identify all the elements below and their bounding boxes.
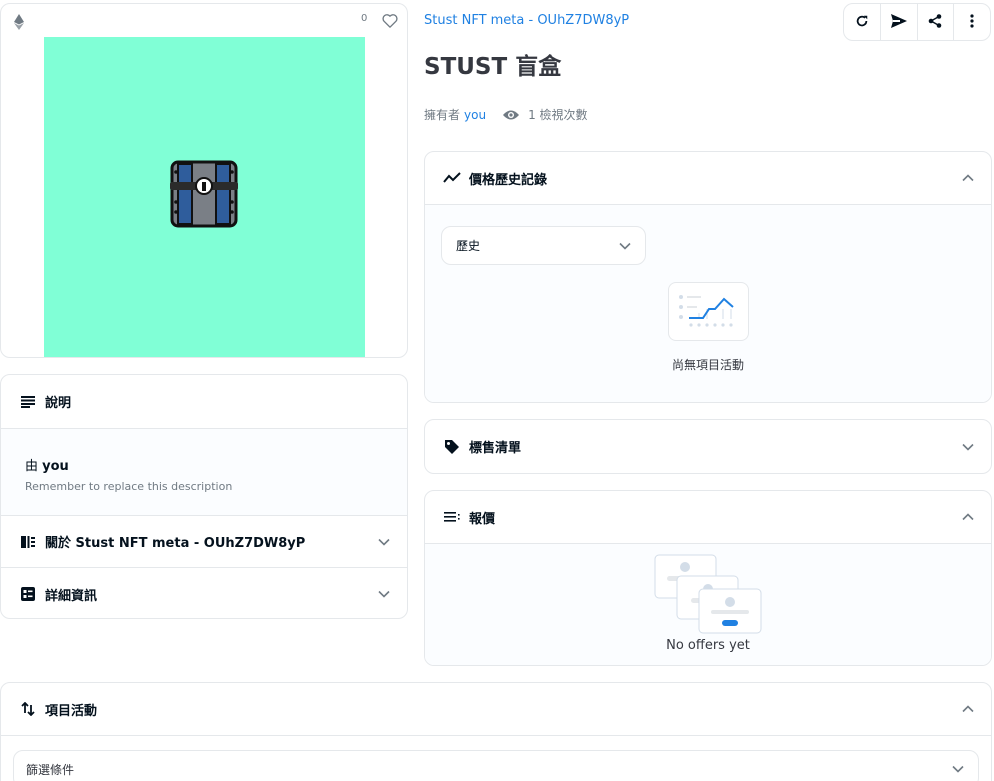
chevron-down-icon [377, 535, 391, 549]
eye-icon [502, 109, 520, 121]
send-icon [890, 13, 907, 32]
share-button[interactable] [918, 4, 955, 40]
chevron-up-icon [961, 510, 975, 524]
offers-header[interactable]: 報價 [425, 491, 991, 543]
about-collection-header[interactable]: 關於 Stust NFT meta - OUhZ7DW8yP [1, 516, 407, 567]
details-title: 詳細資訊 [45, 588, 98, 604]
description-text: Remember to replace this description [25, 480, 233, 493]
details-header[interactable]: 詳細資訊 [1, 568, 407, 618]
nft-image-card: 0 [0, 3, 408, 358]
offers-title: 報價 [469, 511, 496, 527]
share-icon [928, 13, 942, 32]
description-lines-icon [19, 393, 37, 411]
description-title: 說明 [45, 396, 72, 411]
chevron-down-icon [952, 765, 964, 773]
activity-filter-placeholder: 篩選條件 [26, 762, 75, 777]
price-history-header[interactable]: 價格歷史記錄 [425, 152, 991, 204]
details-icon [19, 585, 37, 603]
chevron-down-icon [619, 242, 631, 250]
heart-icon[interactable] [382, 13, 398, 29]
price-history-title: 價格歷史記錄 [469, 172, 548, 188]
trending-chart-icon [443, 169, 461, 187]
collection-link[interactable]: Stust NFT meta - OUhZ7DW8yP [424, 13, 629, 28]
empty-chart-illustration [668, 282, 749, 341]
more-options-button[interactable] [954, 4, 990, 40]
chevron-down-icon [961, 440, 975, 454]
item-activity-title: 項目活動 [45, 703, 98, 719]
more-vertical-icon [970, 13, 974, 32]
description-card: 說明 由 you Remember to replace this descri… [0, 374, 408, 619]
offers-list-icon [443, 508, 461, 526]
favorite-count: 0 [361, 13, 368, 24]
item-activity-card: 項目活動 篩選條件 [0, 682, 992, 781]
ethereum-icon [13, 14, 25, 30]
owner-link[interactable]: you [464, 108, 486, 122]
listings-header[interactable]: 標售清單 [425, 420, 991, 473]
description-by-prefix: 由 [25, 459, 39, 474]
view-count: 1 檢視次數 [528, 108, 588, 122]
price-history-empty-text: 尚無項目活動 [671, 358, 744, 372]
offers-card: 報價 No offers yet [424, 490, 992, 666]
item-toolbar [843, 3, 991, 41]
description-header[interactable]: 說明 [1, 375, 407, 428]
chevron-down-icon [377, 587, 391, 601]
activity-filter-select[interactable]: 篩選條件 [13, 750, 979, 781]
treasure-chest-icon [168, 158, 240, 230]
item-activity-header[interactable]: 項目活動 [1, 683, 991, 735]
description-creator-link[interactable]: you [42, 459, 69, 474]
owner-row: 擁有者 you 1 檢視次數 [424, 106, 588, 123]
listings-title: 標售清單 [469, 441, 522, 456]
offers-empty-text: No offers yet [666, 638, 750, 653]
history-period-value: 歷史 [456, 239, 481, 253]
price-tag-icon [443, 438, 461, 456]
refresh-button[interactable] [844, 4, 881, 40]
listings-card: 標售清單 [424, 419, 992, 474]
swap-arrows-icon [19, 700, 37, 718]
chevron-up-icon [961, 171, 975, 185]
history-period-select[interactable]: 歷史 [441, 226, 646, 265]
nft-image[interactable] [44, 37, 365, 357]
description-body: 由 you Remember to replace this descripti… [1, 429, 407, 515]
about-collection-title: 關於 Stust NFT meta - OUhZ7DW8yP [45, 536, 306, 551]
item-title: STUST 盲盒 [424, 54, 562, 80]
chevron-up-icon [961, 702, 975, 716]
owner-prefix: 擁有者 [424, 108, 461, 122]
collection-icon [19, 533, 37, 551]
empty-offers-illustration [653, 553, 765, 635]
transfer-button[interactable] [881, 4, 918, 40]
price-history-card: 價格歷史記錄 歷史 尚無項目活動 [424, 151, 992, 403]
refresh-icon [855, 13, 869, 32]
